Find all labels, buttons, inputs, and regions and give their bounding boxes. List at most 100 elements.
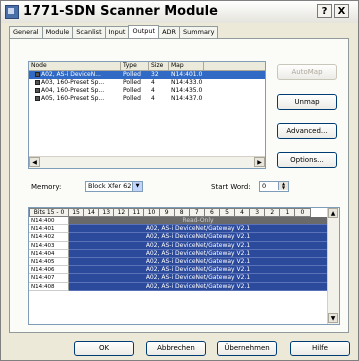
column-type[interactable]: Type [121,62,149,70]
device-map: N14:433.0 [171,79,203,86]
mapped-bits-cell[interactable]: A02, AS-i DeviceNet/Gateway V2.1 [69,257,327,267]
bit-row[interactable]: N14:401 A02, AS-i DeviceNet/Gateway V2.1 [29,225,327,234]
bit-header: 10 [143,208,160,217]
mapped-bits-cell[interactable]: A02, AS-i DeviceNet/Gateway V2.1 [69,233,327,242]
close-button[interactable]: X [334,4,349,18]
apply-button[interactable]: Übernehmen [217,341,277,356]
device-row[interactable]: A04, 160-Preset Sp... Polled 4 N14:435.0 [29,87,265,95]
automap-button[interactable]: AutoMap [277,64,337,80]
bit-row[interactable]: N14:406 A02, AS-i DeviceNet/Gateway V2.1 [29,266,327,275]
device-icon [35,96,40,101]
bit-header: 4 [234,208,251,217]
mapped-bits-cell[interactable]: A02, AS-i DeviceNet/Gateway V2.1 [69,282,327,291]
bit-row[interactable]: N14:408 A02, AS-i DeviceNet/Gateway V2.1 [29,282,327,291]
bit-header: 9 [158,208,175,217]
bit-header: 7 [188,208,205,217]
bit-header: 0 [294,208,311,217]
bit-row[interactable]: N14:405 A02, AS-i DeviceNet/Gateway V2.1 [29,257,327,267]
column-size[interactable]: Size [149,62,169,70]
read-only-cell[interactable]: Read-Only [69,217,327,226]
advanced-button[interactable]: Advanced... [277,123,337,139]
mapped-bits-cell[interactable]: A02, AS-i DeviceNet/Gateway V2.1 [69,274,327,283]
ok-button[interactable]: OK [74,341,134,356]
tab-input[interactable]: Input [104,26,130,38]
bit-header: 8 [173,208,190,217]
mapped-bits-cell[interactable]: A02, AS-i DeviceNet/Gateway V2.1 [69,241,327,250]
word-address: N14:400 [29,217,69,226]
bit-map-grid[interactable]: Bits 15 - 0 15 14 13 12 11 10 9 8 7 6 5 4 3 2 1 0 N14:40… [28,207,340,325]
device-node: A03, 160-Preset Sp... [29,79,121,87]
scroll-up-icon[interactable]: ▲ [328,208,338,218]
start-word-value: 0 [262,182,267,190]
device-type: Polled [123,87,141,94]
device-row[interactable]: A05, 160-Preset Sp... Polled 4 N14:437.0 [29,95,265,103]
device-row[interactable]: A02, AS-i DeviceN... Polled 32 N14:401.0 [29,71,265,79]
tab-adr[interactable]: ADR [158,26,181,38]
bit-row[interactable]: N14:407 A02, AS-i DeviceNet/Gateway V2.1 [29,274,327,283]
word-address: N14:406 [29,266,69,275]
tab-summary[interactable]: Summary [179,26,219,38]
title-bar: 1771-SDN Scanner Module ? X [1,1,358,23]
memory-select-value: Block Xfer 62 [88,182,132,190]
device-type: Polled [123,71,141,78]
device-rows: A02, AS-i DeviceN... Polled 32 N14:401.0 A03… [29,71,265,103]
bit-header: 6 [203,208,220,217]
bit-header: 3 [249,208,266,217]
tab-scanlist[interactable]: Scanlist [72,26,106,38]
word-address: N14:402 [29,233,69,242]
tab-strip: General Module Scanlist Input Output ADR… [9,25,219,38]
device-list-header: Node Type Size Map [29,62,265,71]
device-icon [35,72,40,77]
device-node: A02, AS-i DeviceN... [29,71,121,79]
word-address: N14:408 [29,282,69,291]
window-title: 1771-SDN Scanner Module [23,4,218,19]
device-icon [35,80,40,85]
word-address: N14:404 [29,249,69,258]
device-size: 4 [151,95,155,102]
start-word-label: Start Word: [211,183,251,191]
device-type: Polled [123,79,141,86]
bit-row[interactable]: N14:403 A02, AS-i DeviceNet/Gateway V2.1 [29,241,327,250]
chevron-down-icon[interactable]: ▼ [132,182,142,191]
column-node[interactable]: Node [29,62,121,70]
device-icon [35,88,40,93]
cancel-button[interactable]: Abbrechen [146,341,206,356]
mapped-bits-cell[interactable]: A02, AS-i DeviceNet/Gateway V2.1 [69,266,327,275]
bit-row[interactable]: N14:404 A02, AS-i DeviceNet/Gateway V2.1 [29,249,327,258]
help-button[interactable]: ? [317,4,332,18]
bit-header: 2 [264,208,281,217]
scroll-down-icon[interactable]: ▼ [328,313,338,323]
start-word-stepper[interactable]: 0 ▲ ▼ [259,181,289,192]
device-row[interactable]: A03, 160-Preset Sp... Polled 4 N14:433.0 [29,79,265,87]
word-address: N14:405 [29,257,69,267]
horizontal-scrollbar[interactable]: ◀ ▶ [29,156,265,168]
tab-output[interactable]: Output [128,25,160,38]
bit-header: 13 [98,208,115,217]
spin-down-icon[interactable]: ▼ [278,186,288,190]
bit-row[interactable]: N14:400 Read-Only [29,217,327,226]
tab-module[interactable]: Module [41,26,74,38]
column-map[interactable]: Map [169,62,204,70]
bit-grid-rows: N14:400 Read-Only N14:401 A02, AS-i DeviceN… [29,217,327,291]
bit-row[interactable]: N14:402 A02, AS-i DeviceNet/Gateway V2.1 [29,233,327,242]
memory-select[interactable]: Block Xfer 62 ▼ [85,181,143,192]
device-list[interactable]: Node Type Size Map A02, AS-i DeviceN... P… [28,61,266,169]
device-map: N14:437.0 [171,95,203,102]
mapped-bits-cell[interactable]: A02, AS-i DeviceNet/Gateway V2.1 [69,249,327,258]
device-node-label: A04, 160-Preset Sp... [41,87,105,94]
mapped-bits-cell[interactable]: A02, AS-i DeviceNet/Gateway V2.1 [69,225,327,234]
unmap-button[interactable]: Unmap [277,94,337,110]
app-icon [5,5,19,19]
device-map: N14:435.0 [171,87,203,94]
help-footer-button[interactable]: Hilfe [290,341,350,356]
options-button[interactable]: Options... [277,152,337,168]
scroll-right-icon[interactable]: ▶ [254,157,265,167]
tab-general[interactable]: General [9,26,43,38]
vertical-scrollbar[interactable]: ▲ ▼ [327,208,339,324]
device-size: 32 [151,71,159,78]
scroll-left-icon[interactable]: ◀ [29,157,40,167]
word-address: N14:403 [29,241,69,250]
device-size: 4 [151,79,155,86]
memory-label: Memory: [31,183,62,191]
scanner-module-dialog: 1771-SDN Scanner Module ? X General Modu… [0,0,359,361]
